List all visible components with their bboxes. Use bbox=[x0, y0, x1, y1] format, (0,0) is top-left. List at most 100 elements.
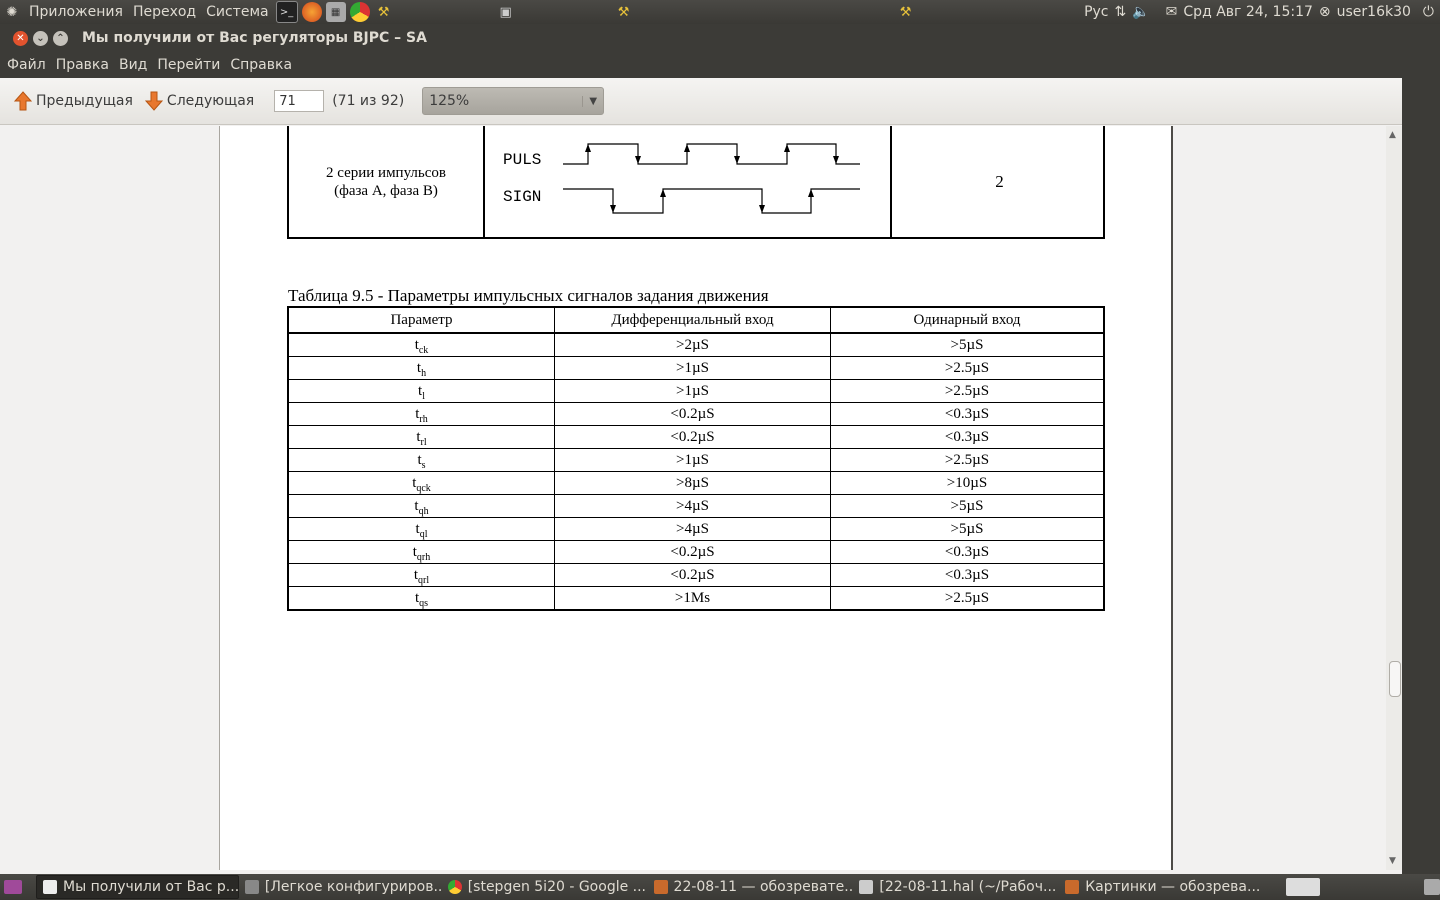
workspace-switcher-icon[interactable] bbox=[1286, 878, 1320, 896]
menu-system[interactable]: Система bbox=[201, 4, 273, 20]
differential-cell: >4µS bbox=[554, 494, 831, 518]
page-count: (71 из 92) bbox=[332, 93, 405, 109]
window-icon bbox=[244, 880, 259, 894]
param-symbol: t bbox=[414, 497, 419, 514]
taskbar-item-file-browser[interactable]: 22-08-11 — обозревате... bbox=[648, 876, 854, 898]
maximize-icon[interactable]: ⌃ bbox=[53, 30, 68, 46]
titlebar: ✕ ⌄ ⌃ Мы получили от Вас регуляторы BJPC… bbox=[0, 24, 1402, 52]
table-row: tck >2µS >5µS bbox=[287, 332, 1105, 357]
scroll-down-icon[interactable]: ▼ bbox=[1389, 856, 1396, 866]
differential-cell: >8µS bbox=[554, 471, 831, 495]
param-cell: tql bbox=[287, 517, 555, 541]
param-subscript: qh bbox=[418, 505, 429, 517]
menu-help[interactable]: Справка bbox=[225, 57, 297, 73]
ubuntu-logo-icon[interactable]: ✺ bbox=[2, 2, 22, 22]
single-cell: <0.3µS bbox=[830, 540, 1105, 564]
menubar: Файл Правка Вид Перейти Справка bbox=[0, 52, 1402, 78]
param-subscript: qck bbox=[416, 482, 431, 494]
param-cell: tqrl bbox=[287, 563, 555, 587]
parameters-table: Параметр Дифференциальный вход Одинарный… bbox=[287, 306, 1105, 611]
calculator-icon[interactable]: ▦ bbox=[325, 2, 346, 22]
taskbar-item-text-editor[interactable]: [22-08-11.hal (~/Рабоч... bbox=[853, 876, 1059, 898]
scroll-up-icon[interactable]: ▲ bbox=[1389, 130, 1396, 140]
taskbar-item-config[interactable]: [Легкое конфигуриров... bbox=[239, 876, 442, 898]
document-icon bbox=[43, 880, 57, 894]
taskbar-item-chrome[interactable]: [stepgen 5i20 - Google ... bbox=[442, 876, 648, 898]
param-subscript: qrl bbox=[418, 574, 430, 586]
zoom-select[interactable]: 125% ▼ bbox=[422, 87, 605, 115]
differential-cell: >4µS bbox=[554, 517, 831, 541]
param-symbol: t bbox=[417, 451, 422, 468]
taskbar-item-document-viewer[interactable]: Мы получили от Вас р... bbox=[36, 875, 239, 899]
param-subscript: s bbox=[421, 459, 426, 471]
differential-cell: <0.2µS bbox=[554, 402, 831, 426]
param-subscript: ck bbox=[418, 344, 429, 356]
table-row: tl >1µS >2.5µS bbox=[287, 379, 1105, 403]
differential-cell: <0.2µS bbox=[554, 563, 831, 587]
show-desktop-icon[interactable] bbox=[4, 880, 22, 894]
param-cell: ts bbox=[287, 448, 555, 472]
keyboard-layout[interactable]: Рус bbox=[1084, 4, 1108, 20]
param-cell: trl bbox=[287, 425, 555, 449]
linuxcnc-icon-2[interactable]: ⚒ bbox=[614, 2, 634, 22]
arrow-up-icon bbox=[14, 91, 32, 111]
differential-cell: >1Ms bbox=[554, 586, 831, 611]
linuxcnc-icon[interactable]: ⚒ bbox=[374, 2, 394, 22]
status-icon[interactable]: ⊗ bbox=[1319, 4, 1331, 20]
param-subscript: rh bbox=[419, 413, 428, 425]
volume-icon[interactable]: 🔈 bbox=[1132, 4, 1149, 20]
table-caption: Таблица 9.5 - Параметры импульсных сигна… bbox=[288, 286, 769, 305]
single-cell: <0.3µS bbox=[830, 425, 1105, 449]
menu-places[interactable]: Переход bbox=[128, 4, 201, 20]
single-cell: >5µS bbox=[830, 494, 1105, 518]
param-subscript: h bbox=[421, 367, 427, 379]
param-cell: tqs bbox=[287, 586, 555, 611]
table-header-row: Параметр Дифференциальный вход Одинарный… bbox=[287, 306, 1105, 334]
chrome-icon[interactable] bbox=[349, 2, 370, 22]
differential-cell: >2µS bbox=[554, 332, 831, 357]
header-parameter: Параметр bbox=[287, 306, 555, 334]
mail-icon[interactable]: ✉ bbox=[1166, 4, 1178, 20]
power-icon[interactable]: ⏻ bbox=[1423, 4, 1434, 20]
folder-icon bbox=[1065, 880, 1080, 894]
table-row: trl <0.2µS <0.3µS bbox=[287, 425, 1105, 449]
close-icon[interactable]: ✕ bbox=[13, 30, 28, 46]
differential-cell: <0.2µS bbox=[554, 425, 831, 449]
param-cell: tl bbox=[287, 379, 555, 403]
single-cell: >2.5µS bbox=[830, 356, 1105, 380]
menu-go[interactable]: Перейти bbox=[152, 57, 225, 73]
minimize-icon[interactable]: ⌄ bbox=[33, 30, 48, 46]
taskbar-item-label: [stepgen 5i20 - Google ... bbox=[467, 879, 647, 895]
window-title: Мы получили от Вас регуляторы BJPC – SA bbox=[82, 30, 427, 46]
document-page: 2 серии импульсов (фаза A, фаза B) PULS … bbox=[219, 126, 1173, 870]
arrow-down-icon bbox=[144, 91, 163, 111]
user-name[interactable]: user16k30 bbox=[1337, 4, 1411, 20]
page-number-input[interactable] bbox=[274, 90, 325, 112]
table-row: th >1µS >2.5µS bbox=[287, 356, 1105, 380]
clock[interactable]: Срд Авг 24, 15:17 bbox=[1183, 4, 1313, 20]
previous-page-button[interactable]: Предыдущая bbox=[8, 91, 139, 111]
vertical-scrollbar[interactable]: ▲ ▼ bbox=[1386, 126, 1402, 870]
table-row: tqrh <0.2µS <0.3µS bbox=[287, 540, 1105, 564]
linuxcnc-icon-3[interactable]: ⚒ bbox=[896, 2, 916, 22]
menu-file[interactable]: Файл bbox=[2, 57, 51, 73]
network-icon[interactable]: ⇅ bbox=[1115, 4, 1127, 20]
terminal-icon[interactable]: >_ bbox=[275, 1, 298, 23]
trash-icon[interactable] bbox=[1424, 879, 1440, 895]
toolbar: Предыдущая Следующая (71 из 92) 125% ▼ bbox=[0, 78, 1402, 125]
next-page-button[interactable]: Следующая bbox=[139, 91, 260, 111]
table-row: tql >4µS >5µS bbox=[287, 517, 1105, 541]
menu-view[interactable]: Вид bbox=[114, 57, 152, 73]
taskbar-item-label: 22-08-11 — обозревате... bbox=[673, 879, 854, 895]
firefox-icon[interactable] bbox=[301, 2, 322, 22]
menu-applications[interactable]: Приложения bbox=[24, 4, 128, 20]
taskbar-item-pictures[interactable]: Картинки — обозрева... bbox=[1059, 876, 1266, 898]
signal-value: 2 bbox=[890, 126, 1107, 237]
scrollbar-thumb[interactable] bbox=[1389, 661, 1401, 697]
screenshot-icon[interactable]: ▣ bbox=[496, 2, 516, 22]
pulse-waveform-diagram: PULS SIGN bbox=[503, 143, 860, 214]
chevron-down-icon: ▼ bbox=[582, 95, 603, 107]
menu-edit[interactable]: Правка bbox=[51, 57, 114, 73]
param-symbol: t bbox=[416, 428, 421, 445]
table-row: tqs >1Ms >2.5µS bbox=[287, 586, 1105, 611]
